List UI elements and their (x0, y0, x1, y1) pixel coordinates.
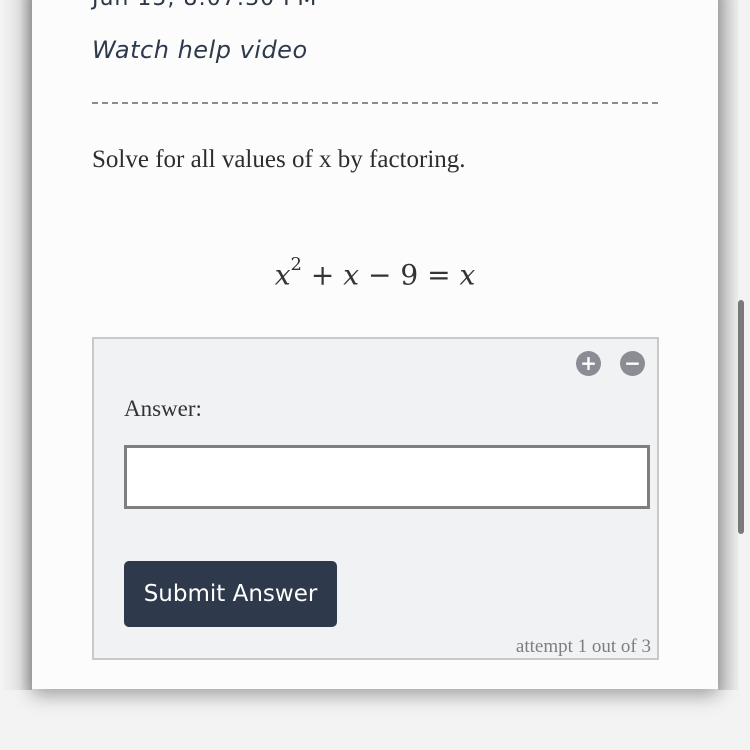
equation-rhs: x (459, 258, 476, 292)
page-left-shadow (0, 0, 32, 690)
question-prompt: Solve for all values of x by factoring. (92, 146, 466, 173)
scrollbar-thumb[interactable] (738, 300, 744, 534)
submit-answer-button[interactable]: Submit Answer (124, 561, 337, 627)
answer-input[interactable] (124, 445, 650, 509)
page-right-gutter (718, 0, 738, 690)
timestamp: Jun 15, 8:07:30 PM (92, 0, 317, 11)
attempt-counter: attempt 1 out of 3 (515, 636, 651, 657)
equation-constant: 9 (400, 258, 419, 292)
equation: x2 + x − 9 = x (0, 254, 750, 292)
watch-help-video-link[interactable]: Watch help video (92, 36, 308, 64)
equation-term: x (343, 258, 360, 292)
plus-circle-icon[interactable]: + (576, 351, 601, 376)
equation-operator: − (367, 258, 392, 292)
answer-panel: + − Answer: Submit Answer attempt 1 out … (92, 337, 659, 660)
minus-circle-icon[interactable]: − (620, 351, 645, 376)
equation-equals: = (427, 258, 451, 292)
answer-label: Answer: (124, 396, 202, 421)
equation-exponent: 2 (290, 254, 302, 275)
equation-base: x (274, 258, 291, 292)
divider (92, 102, 658, 104)
equation-operator: + (310, 258, 335, 292)
